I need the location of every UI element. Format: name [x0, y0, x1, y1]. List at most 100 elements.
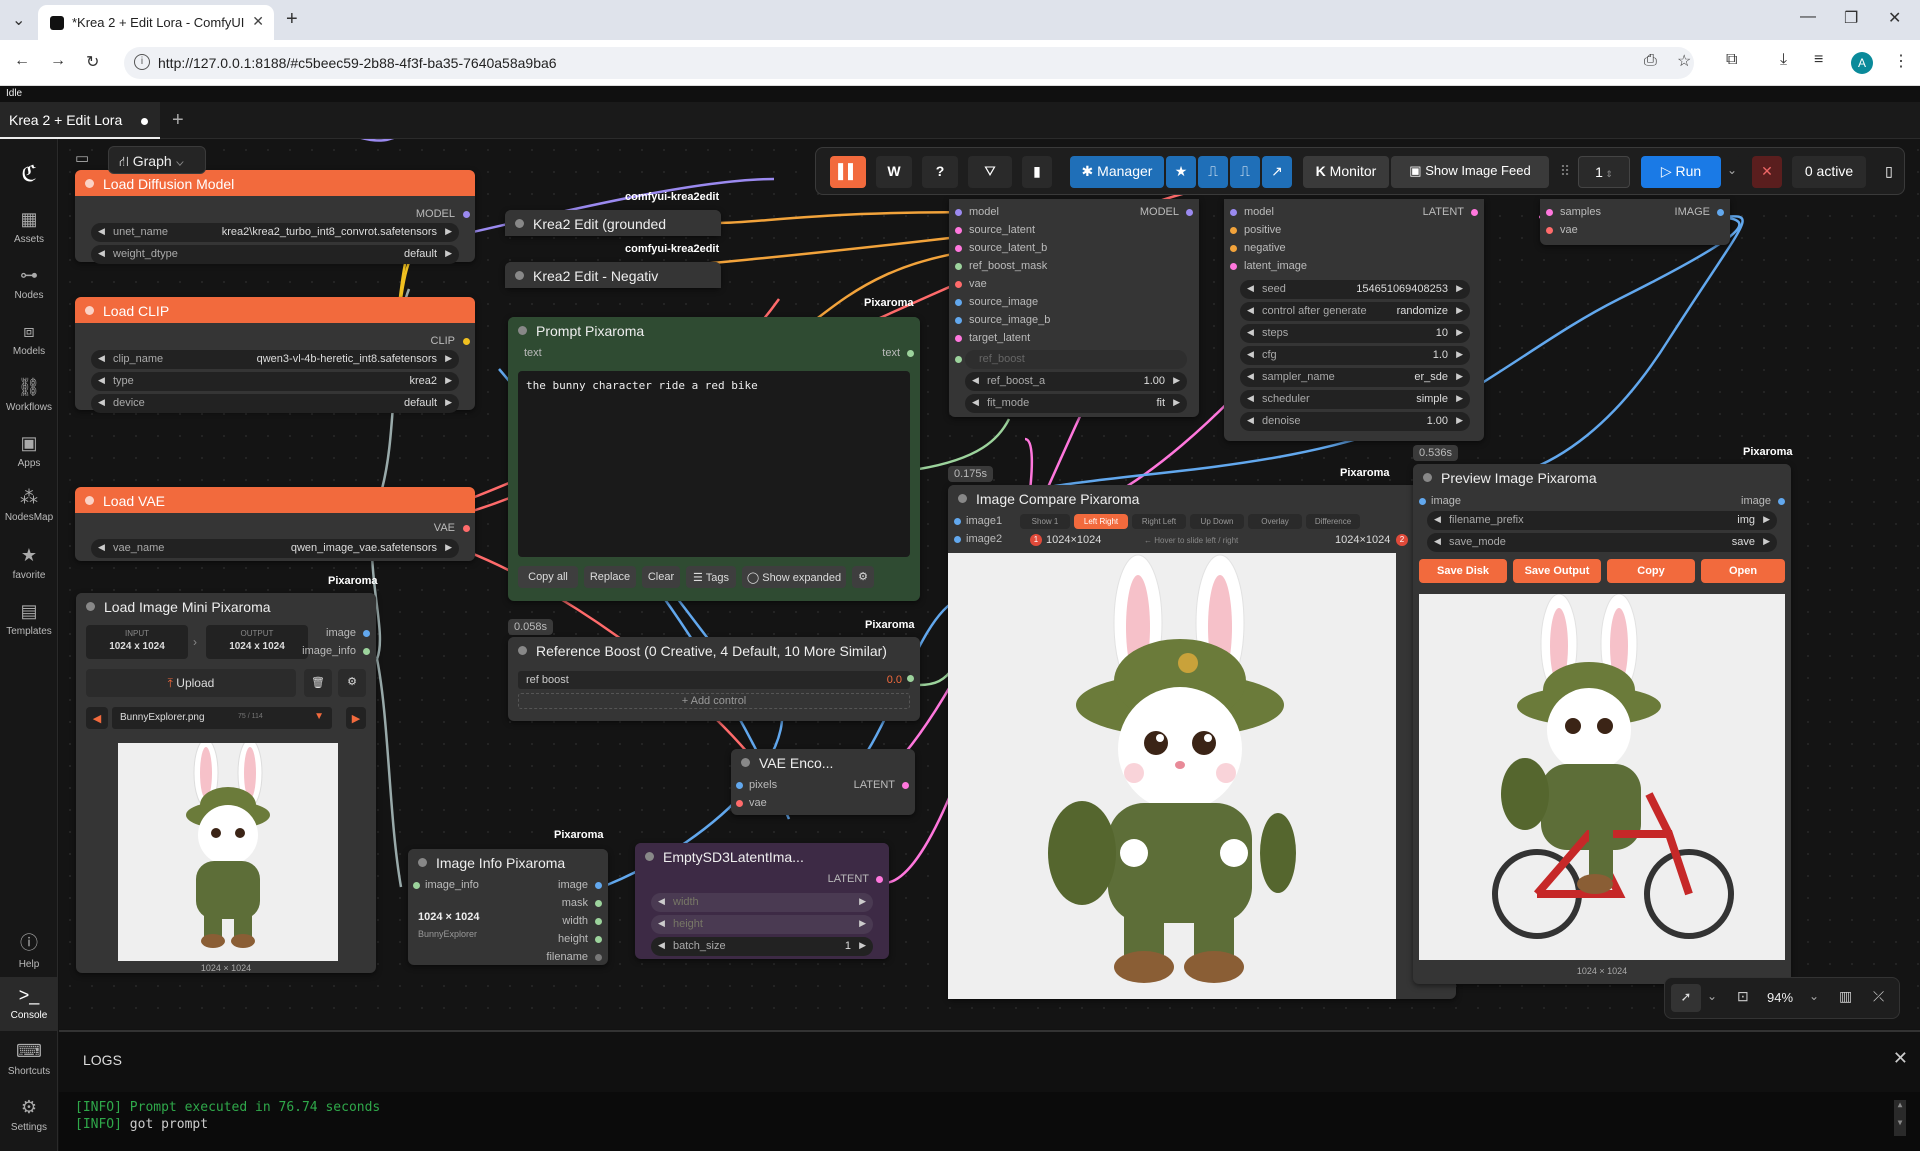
steps-widget[interactable]: steps10	[1240, 324, 1470, 343]
favorite-star-icon[interactable]: ★	[1166, 156, 1196, 188]
url-input[interactable]: i http://127.0.0.1:8188/#c5beec59-2b88-4…	[124, 47, 1694, 79]
cfg-widget[interactable]: cfg1.0	[1240, 346, 1470, 365]
browser-menu-icon[interactable]: ⋮	[1893, 51, 1909, 71]
replace-button[interactable]: Replace	[584, 566, 636, 588]
show-expanded-button[interactable]: ◯ Show expanded	[742, 566, 846, 588]
save-mode-widget[interactable]: save_modesave	[1427, 533, 1777, 552]
output-model-port[interactable]	[463, 211, 470, 218]
krea2-edit-negative-node[interactable]: Krea2 Edit - Negativ	[505, 262, 721, 288]
prompt-textarea[interactable]: the bunny character ride a red bike	[518, 371, 910, 557]
log-scrollbar[interactable]: ▲ ▼	[1894, 1100, 1906, 1136]
sidebar-item-help[interactable]: ⓘ Help	[0, 929, 58, 970]
extensions-icon[interactable]: ⧉	[1726, 51, 1737, 69]
add-control-button[interactable]: + Add control	[518, 693, 910, 709]
mode-left-right-button[interactable]: Left Right	[1074, 514, 1128, 529]
minimize-icon[interactable]: —	[1800, 8, 1816, 26]
model-manager-icon[interactable]: ⎍	[1198, 156, 1228, 188]
link-visibility-icon[interactable]: ⤫	[1873, 988, 1884, 1005]
output-image-port[interactable]	[1778, 498, 1785, 505]
bookmark-icon[interactable]: ▮	[1022, 156, 1052, 188]
load-clip-node[interactable]: Load CLIP CLIP clip_nameqwen3-vl-4b-here…	[75, 297, 475, 413]
input-vae-port[interactable]	[736, 800, 743, 807]
share-icon[interactable]: ↗	[1262, 156, 1292, 188]
input-image1-port[interactable]	[954, 518, 961, 525]
collapse-dot-icon[interactable]	[515, 219, 524, 228]
sidebar-item-templates[interactable]: ▤ Templates	[0, 601, 58, 637]
input-source-latent-b-port[interactable]	[955, 245, 962, 252]
new-workflow-plus-icon[interactable]: +	[172, 109, 184, 132]
clip-name-widget[interactable]: clip_nameqwen3-vl-4b-heretic_int8.safete…	[91, 350, 459, 369]
mode-show1-button[interactable]: Show 1	[1020, 514, 1070, 529]
delete-icon[interactable]: 🗑	[304, 669, 332, 697]
output-model-port[interactable]	[1186, 209, 1193, 216]
output-image-port[interactable]	[1717, 209, 1724, 216]
reference-boost-node[interactable]: Reference Boost (0 Creative, 4 Default, …	[508, 637, 920, 721]
new-tab-icon[interactable]: +	[286, 8, 298, 31]
input-latent-image-port[interactable]	[1230, 263, 1237, 270]
collapse-dot-icon[interactable]	[518, 326, 527, 335]
prompt-settings-gear-icon[interactable]: ⚙	[852, 566, 874, 588]
right-panel-toggle-icon[interactable]: ▯	[1876, 156, 1902, 188]
input-source-image-port[interactable]	[955, 299, 962, 306]
load-diffusion-model-node[interactable]: Load Diffusion Model MODEL unet_namekrea…	[75, 170, 475, 264]
sidebar-item-models[interactable]: ⧈ Models	[0, 321, 58, 357]
input-positive-port[interactable]	[1230, 227, 1237, 234]
monitor-button[interactable]: K Monitor	[1303, 156, 1389, 188]
mode-difference-button[interactable]: Difference	[1306, 514, 1360, 529]
collapse-dot-icon[interactable]	[741, 758, 750, 767]
minimap-icon[interactable]: ▥	[1839, 988, 1852, 1005]
media-icon[interactable]: ≡	[1814, 51, 1823, 69]
drag-handle-icon[interactable]: ⠿	[1558, 156, 1572, 188]
back-icon[interactable]: ←	[14, 52, 30, 70]
site-info-icon[interactable]: i	[134, 54, 150, 70]
sidebar-item-nodesmap[interactable]: ⁂ NodesMap	[0, 487, 58, 523]
input-image-port[interactable]	[1419, 498, 1426, 505]
vae-name-widget[interactable]: vae_nameqwen_image_vae.safetensors	[91, 539, 459, 558]
seed-widget[interactable]: seed154651069408253	[1240, 280, 1470, 299]
sidebar-item-favorite[interactable]: ★ favorite	[0, 545, 58, 581]
tags-button[interactable]: ☰ Tags	[686, 566, 736, 588]
output-image-port[interactable]	[595, 882, 602, 889]
show-image-feed-button[interactable]: ▣ Show Image Feed	[1391, 156, 1549, 188]
settings-gear-icon[interactable]: ⚙	[338, 669, 366, 697]
krea2-edit-grounded-node[interactable]: Krea2 Edit (grounded	[505, 210, 721, 236]
collapse-dot-icon[interactable]	[86, 602, 95, 611]
pixaroma-logo-icon[interactable]: ▌▌	[830, 156, 866, 188]
empty-sd3-latent-node[interactable]: EmptySD3LatentIma... LATENT width height…	[635, 843, 889, 959]
clip-device-widget[interactable]: devicedefault	[91, 394, 459, 413]
output-latent-port[interactable]	[1471, 209, 1478, 216]
input-ref-boost-port[interactable]	[955, 356, 962, 363]
save-disk-button[interactable]: Save Disk	[1419, 559, 1507, 583]
restore-icon[interactable]: ❐	[1844, 8, 1858, 28]
forward-icon[interactable]: →	[50, 52, 66, 70]
input-source-latent-port[interactable]	[955, 227, 962, 234]
collapse-dot-icon[interactable]	[518, 646, 527, 655]
input-model-port[interactable]	[1230, 209, 1237, 216]
load-vae-node[interactable]: Load VAE VAE vae_nameqwen_image_vae.safe…	[75, 487, 475, 561]
mode-up-down-button[interactable]: Up Down	[1190, 514, 1244, 529]
crystools-icon[interactable]: ⛛	[968, 156, 1012, 188]
clear-button[interactable]: Clear	[642, 566, 680, 588]
load-image-mini-node[interactable]: Load Image Mini Pixaroma INPUT 1024 x 102…	[76, 593, 376, 973]
output-height-port[interactable]	[595, 936, 602, 943]
input-target-latent-port[interactable]	[955, 335, 962, 342]
image-info-pixaroma-node[interactable]: Image Info Pixaroma image_info image mas…	[408, 849, 608, 965]
input-pixels-port[interactable]	[736, 782, 743, 789]
image-compare-pixaroma-node[interactable]: Image Compare Pixaroma image1 image2 Sho…	[948, 485, 1456, 999]
sidebar-item-console[interactable]: >_ Console	[0, 977, 58, 1031]
ref-boost-a-widget[interactable]: ref_boost_a1.00	[965, 372, 1187, 391]
collapse-dot-icon[interactable]	[1423, 473, 1432, 482]
reload-icon[interactable]: ↻	[86, 52, 99, 72]
krea2-edit-sampler-node[interactable]: model source_latent source_latent_b ref_…	[949, 199, 1199, 417]
help-button[interactable]: ?	[922, 156, 958, 188]
window-close-icon[interactable]: ✕	[1888, 8, 1901, 28]
sidebar-item-apps[interactable]: ▣ Apps	[0, 433, 58, 469]
w-button[interactable]: W	[876, 156, 912, 188]
sidebar-item-shortcuts[interactable]: ⌨ Shortcuts	[0, 1041, 58, 1077]
input-model-port[interactable]	[955, 209, 962, 216]
sidebar-item-assets[interactable]: ▦ Assets	[0, 209, 58, 245]
collapse-dot-icon[interactable]	[958, 494, 967, 503]
sidebar-item-settings[interactable]: ⚙ Settings	[0, 1097, 58, 1133]
download-icon[interactable]: ⤓	[1780, 51, 1787, 69]
upload-button[interactable]: ⤒ Upload	[86, 669, 296, 697]
